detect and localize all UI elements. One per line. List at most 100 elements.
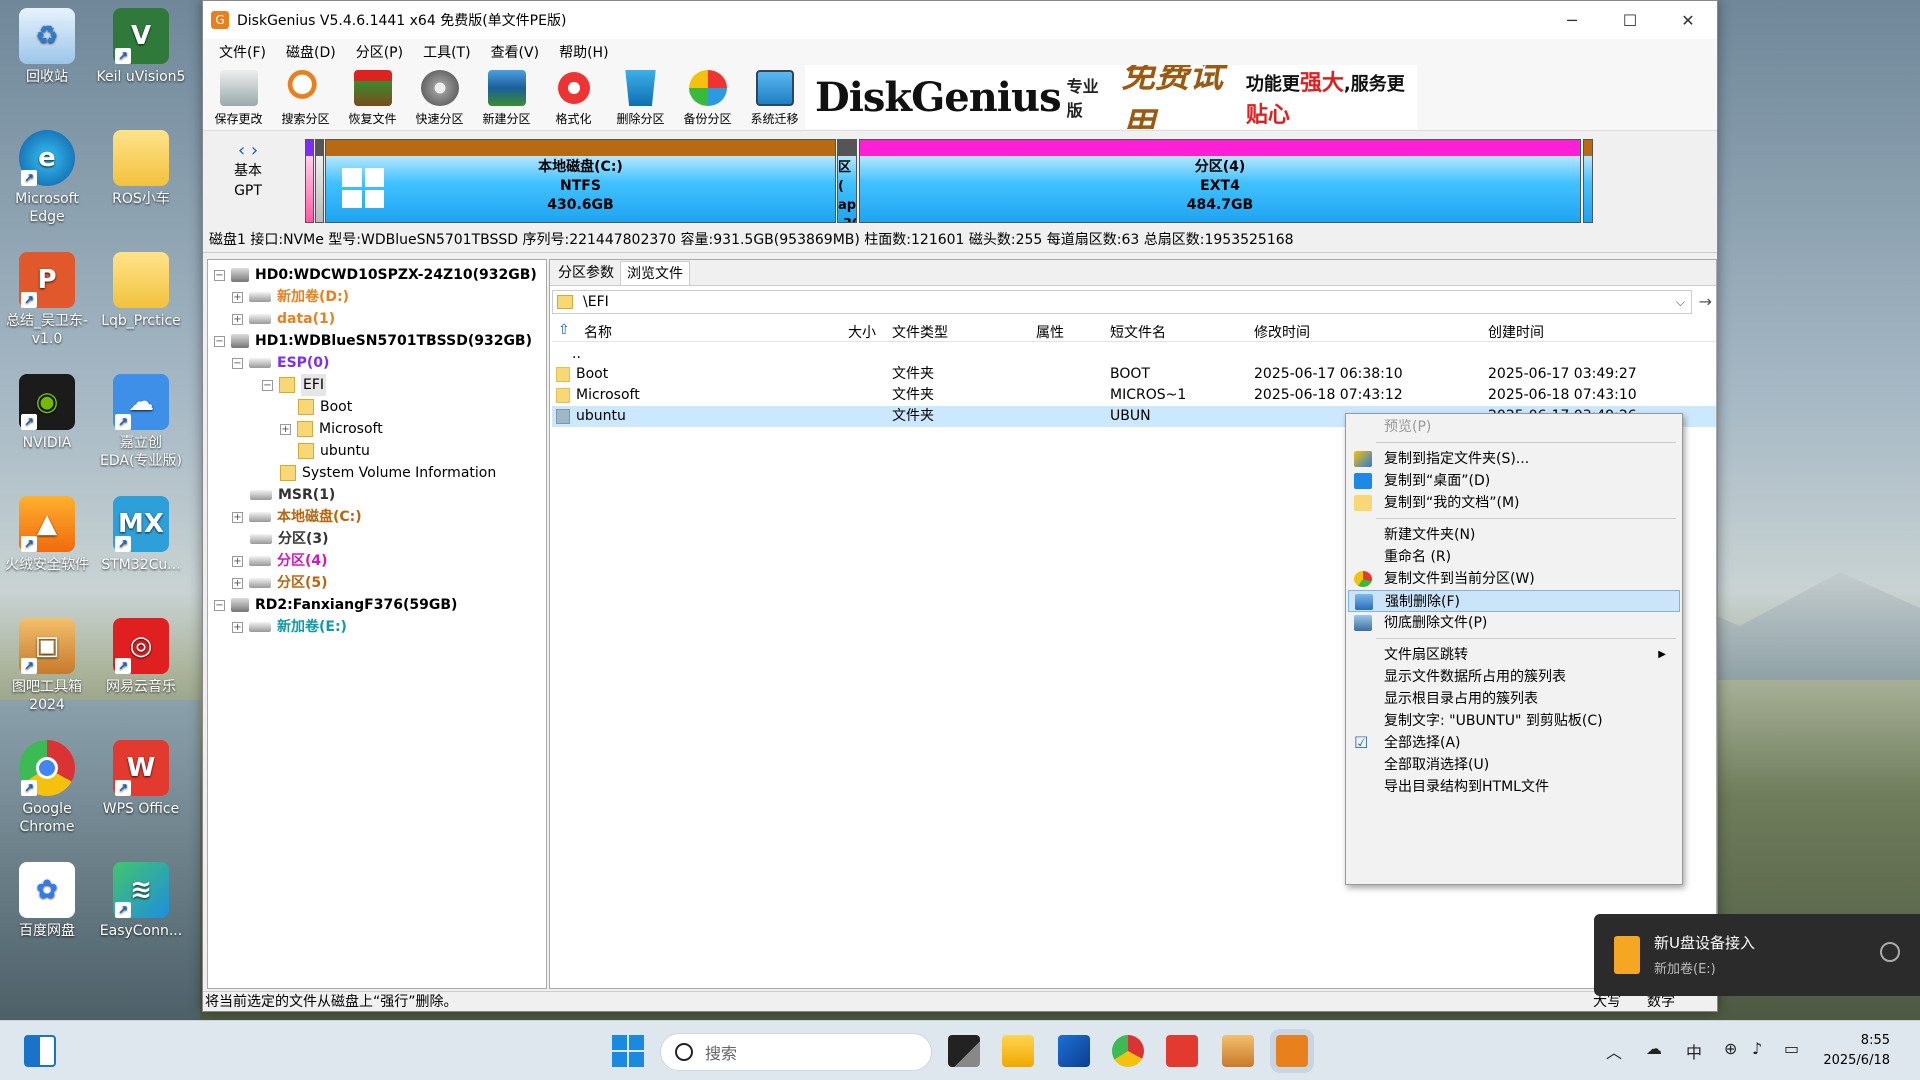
go-arrow-icon[interactable]: → — [1699, 292, 1712, 311]
path-bar[interactable]: \EFI ⌵ — [552, 290, 1692, 314]
quick-partition-button[interactable]: 快速分区 — [406, 66, 473, 130]
tree-item-rd2[interactable]: − RD2:FanxiangF376(59GB) — [214, 594, 457, 616]
menu-item-deselect-all[interactable]: 全部取消选择(U) — [1348, 754, 1680, 776]
partition-3-block[interactable]: 区( ap .30 — [837, 139, 857, 223]
menu-help[interactable]: 帮助(H) — [549, 42, 618, 62]
partition-esp-block[interactable] — [305, 139, 314, 223]
tree-item-partition-4[interactable]: + 分区(4) — [232, 550, 328, 572]
menu-item-show-clusters[interactable]: 显示文件数据所占用的簇列表 — [1348, 666, 1680, 688]
menu-file[interactable]: 文件(F) — [209, 42, 276, 62]
partition-5-block[interactable] — [1583, 139, 1593, 223]
tree-item-ubuntu[interactable]: ubuntu — [298, 440, 370, 462]
tab-browse-files[interactable]: 浏览文件 — [620, 261, 690, 285]
usb-notification-toast[interactable]: 新U盘设备接入 新加卷(E:) — [1594, 914, 1920, 996]
desktop-icon-netease-music[interactable]: ◎ ↗ 网易云音乐 — [96, 618, 186, 696]
tree-item-new-e[interactable]: + 新加卷(E:) — [232, 616, 347, 638]
menu-item-copy-to-documents[interactable]: 复制到“我的文档”(M) — [1348, 492, 1680, 514]
desktop-icon-jlc-eda[interactable]: ☁ ↗ 嘉立创EDA(专业版) — [96, 374, 186, 470]
menu-tools[interactable]: 工具(T) — [413, 42, 480, 62]
expand-icon[interactable]: + — [232, 511, 243, 523]
chrome-taskbar-icon[interactable] — [1112, 1035, 1144, 1067]
expand-icon[interactable]: + — [232, 313, 243, 325]
column-name[interactable]: 名称 — [584, 322, 612, 342]
desktop-icon-chrome[interactable]: ↗ Google Chrome — [2, 740, 92, 836]
system-clock[interactable]: 8:55 2025/6/18 — [1823, 1031, 1890, 1071]
tree-item-new-d[interactable]: + 新加卷(D:) — [232, 286, 349, 308]
chevron-down-icon[interactable]: ⌵ — [1676, 295, 1685, 310]
desktop-icon-stm32cube[interactable]: MX ↗ STM32Cu... — [96, 496, 186, 574]
show-hidden-icons-chevron-icon[interactable]: ︿ — [1606, 1039, 1622, 1063]
expand-icon[interactable]: + — [232, 621, 243, 633]
desktop-icon-baidu-netdisk[interactable]: ✿ 百度网盘 — [2, 862, 92, 940]
microsoft-store-icon[interactable] — [1058, 1035, 1090, 1067]
tree-item-microsoft[interactable]: + Microsoft — [280, 418, 383, 440]
column-attr[interactable]: 属性 — [1036, 322, 1064, 342]
tab-partition-params[interactable]: 分区参数 — [552, 261, 620, 285]
column-created[interactable]: 创建时间 — [1488, 322, 1544, 342]
menu-item-new-folder[interactable]: 新建文件夹(N) — [1348, 524, 1680, 546]
menu-view[interactable]: 查看(V) — [481, 42, 550, 62]
format-button[interactable]: 格式化 — [540, 66, 607, 130]
partition-4-block[interactable]: 分区(4) EXT4 484.7GB — [859, 139, 1581, 223]
close-button[interactable]: ✕ — [1659, 1, 1717, 39]
collapse-icon[interactable]: − — [214, 599, 225, 611]
task-view-icon[interactable] — [948, 1035, 980, 1067]
menu-item-copy-text[interactable]: 复制文字: "UBUNTU" 到剪贴板(C) — [1348, 710, 1680, 732]
column-modified[interactable]: 修改时间 — [1254, 322, 1310, 342]
tree-item-msr[interactable]: MSR(1) — [250, 484, 335, 506]
file-explorer-icon[interactable] — [1002, 1035, 1034, 1067]
menu-item-force-delete[interactable]: 强制删除(F) — [1348, 590, 1680, 612]
column-short-name[interactable]: 短文件名 — [1110, 322, 1166, 342]
desktop-icon-keil[interactable]: V ↗ Keil uVision5 — [96, 8, 186, 86]
menu-item-export-html[interactable]: 导出目录结构到HTML文件 — [1348, 776, 1680, 798]
partition-msr-block[interactable] — [315, 139, 324, 223]
tree-item-partition-5[interactable]: + 分区(5) — [232, 572, 328, 594]
menu-item-copy-to-partition[interactable]: 复制文件到当前分区(W) — [1348, 568, 1680, 590]
table-row[interactable]: Boot 文件夹 BOOT 2025-06-17 06:38:10 2025-0… — [552, 364, 1716, 385]
wps-taskbar-icon[interactable] — [1166, 1035, 1198, 1067]
menu-item-wipe-delete[interactable]: 彻底删除文件(P) — [1348, 612, 1680, 634]
tree-item-c[interactable]: + 本地磁盘(C:) — [232, 506, 362, 528]
menu-item-sector-jump[interactable]: 文件扇区跳转 ▶ — [1348, 644, 1680, 666]
menu-item-copy-to-folder[interactable]: 复制到指定文件夹(S)... — [1348, 448, 1680, 470]
collapse-icon[interactable]: − — [232, 357, 243, 369]
volume-icon[interactable]: ♪ — [1752, 1039, 1762, 1058]
menu-item-rename[interactable]: 重命名 (R) — [1348, 546, 1680, 568]
backup-partition-button[interactable]: 备份分区 — [674, 66, 741, 130]
tree-item-partition-3[interactable]: 分区(3) — [250, 528, 329, 550]
save-changes-button[interactable]: 保存更改 — [205, 66, 272, 130]
menu-partition[interactable]: 分区(P) — [346, 42, 413, 62]
collapse-icon[interactable]: − — [214, 335, 225, 347]
system-migration-button[interactable]: 系统迁移 — [741, 66, 808, 130]
disk-nav-arrows-icon[interactable]: ‹ › — [223, 141, 273, 161]
desktop-icon-easyconnect[interactable]: ≋ ↗ EasyConn... — [96, 862, 186, 940]
tree-item-system-volume-information[interactable]: System Volume Information — [280, 462, 496, 484]
widgets-icon[interactable] — [24, 1035, 56, 1067]
minimize-button[interactable]: ─ — [1543, 1, 1601, 39]
desktop-icon-ros[interactable]: ROS小车 — [96, 130, 186, 208]
up-arrow-icon[interactable]: ⇧ — [558, 322, 570, 338]
maximize-button[interactable]: ☐ — [1601, 1, 1659, 39]
table-row[interactable]: Microsoft 文件夹 MICROS~1 2025-06-18 07:43:… — [552, 385, 1716, 406]
collapse-icon[interactable]: − — [214, 269, 225, 281]
taskbar-search[interactable]: 搜索 — [660, 1033, 932, 1071]
desktop-icon-huorong[interactable]: ▲ ↗ 火绒安全软件 — [2, 496, 92, 574]
menu-item-select-all[interactable]: ☑ 全部选择(A) — [1348, 732, 1680, 754]
desktop-icon-recycle-bin[interactable]: ♻ 回收站 — [2, 8, 92, 86]
menu-item-copy-to-desktop[interactable]: 复制到“桌面”(D) — [1348, 470, 1680, 492]
expand-icon[interactable]: + — [232, 291, 243, 303]
partition-c-block[interactable]: 本地磁盘(C:) NTFS 430.6GB — [325, 139, 836, 223]
start-button[interactable] — [612, 1035, 644, 1067]
search-partition-button[interactable]: 搜索分区 — [272, 66, 339, 130]
table-row-parent[interactable]: .. — [552, 344, 1716, 365]
ime-indicator[interactable]: 中 — [1686, 1039, 1702, 1063]
new-partition-button[interactable]: 新建分区 — [473, 66, 540, 130]
expand-icon[interactable]: + — [232, 555, 243, 567]
toolbox-taskbar-icon[interactable] — [1222, 1035, 1254, 1067]
menu-item-show-root-clusters[interactable]: 显示根目录占用的簇列表 — [1348, 688, 1680, 710]
tree-item-hd1[interactable]: − HD1:WDBlueSN5701TBSSD(932GB) — [214, 330, 532, 352]
tree-item-hd0[interactable]: − HD0:WDCWD10SPZX-24Z10(932GB) — [214, 264, 537, 286]
tree-item-efi[interactable]: − EFI — [262, 374, 327, 396]
diskgenius-taskbar-icon[interactable] — [1276, 1035, 1308, 1067]
menu-disk[interactable]: 磁盘(D) — [276, 42, 346, 62]
